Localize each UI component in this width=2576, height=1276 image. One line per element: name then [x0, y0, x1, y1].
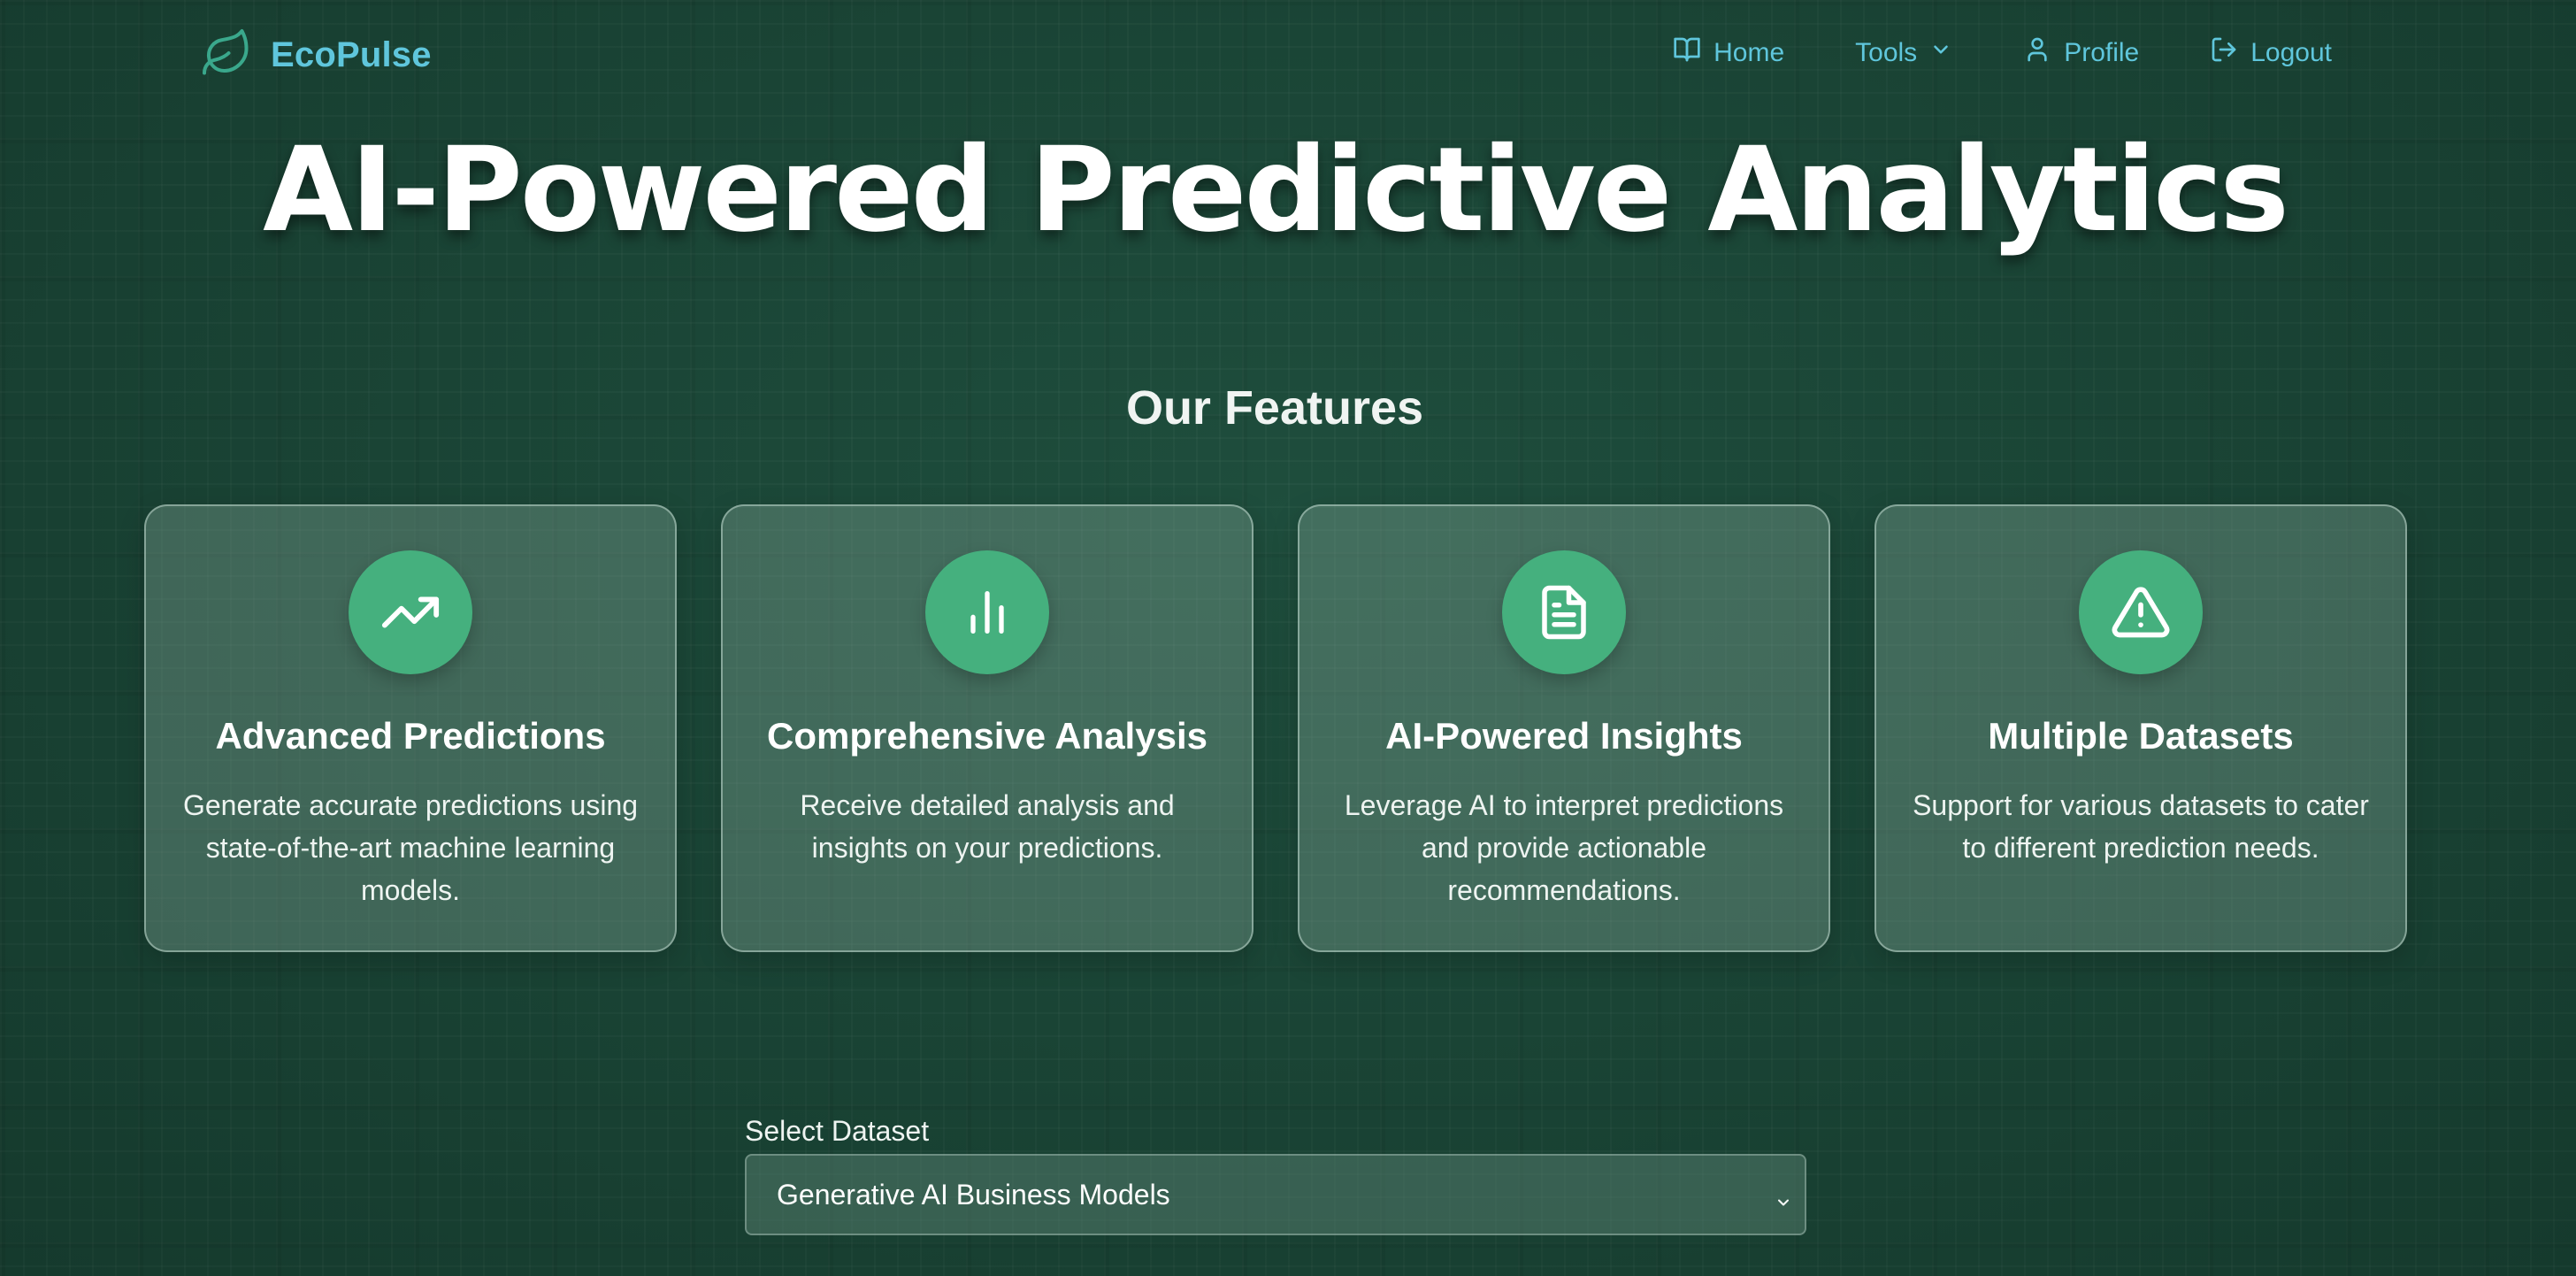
features-grid: Advanced Predictions Generate accurate p… [144, 504, 2407, 952]
brand-name: EcoPulse [271, 35, 432, 74]
feature-card-multiple-datasets: Multiple Datasets Support for various da… [1874, 504, 2407, 952]
chevron-down-icon [1929, 38, 1952, 68]
dataset-select[interactable]: Generative AI Business Models [745, 1154, 1806, 1235]
feature-title: Comprehensive Analysis [767, 715, 1208, 757]
alert-triangle-icon [2079, 550, 2203, 674]
nav-home-link[interactable]: Home [1673, 35, 1784, 71]
nav-tools-dropdown[interactable]: Tools [1855, 38, 1952, 68]
nav-links: Home Tools Profile Logout [1673, 35, 2332, 71]
user-icon [2023, 35, 2051, 71]
book-open-icon [1673, 35, 1701, 71]
nav-home-label: Home [1714, 38, 1785, 67]
feature-description: Leverage AI to interpret predictions and… [1344, 789, 1784, 906]
dataset-select-value: Generative AI Business Models [777, 1178, 1170, 1211]
chevron-down-icon [1775, 1186, 1792, 1218]
nav-logout-link[interactable]: Logout [2210, 35, 2332, 71]
trending-up-icon [349, 550, 472, 674]
feature-title: AI-Powered Insights [1385, 715, 1743, 757]
feature-title: Advanced Predictions [215, 715, 606, 757]
log-out-icon [2210, 35, 2238, 71]
nav-profile-label: Profile [2064, 38, 2140, 67]
bar-chart-icon [925, 550, 1049, 674]
feature-card-comprehensive-analysis: Comprehensive Analysis Receive detailed … [721, 504, 1254, 952]
hero-title: AI-Powered Predictive Analytics [263, 122, 2289, 258]
feature-title: Multiple Datasets [1988, 715, 2294, 757]
top-navbar: EcoPulse Home Tools Profile Logout [0, 0, 2576, 110]
dataset-select-label: Select Dataset [745, 1115, 930, 1147]
nav-tools-label: Tools [1855, 38, 1918, 67]
feature-description: Receive detailed analysis and insights o… [800, 789, 1175, 864]
feature-card-ai-powered-insights: AI-Powered Insights Leverage AI to inter… [1298, 504, 1830, 952]
leaf-icon [200, 27, 253, 84]
nav-logout-label: Logout [2250, 38, 2332, 67]
feature-description: Generate accurate predictions using stat… [182, 789, 639, 906]
feature-description: Support for various datasets to cater to… [1913, 789, 2369, 864]
feature-card-advanced-predictions: Advanced Predictions Generate accurate p… [144, 504, 677, 952]
file-text-icon [1502, 550, 1626, 674]
nav-profile-link[interactable]: Profile [2023, 35, 2139, 71]
brand-logo[interactable]: EcoPulse [200, 27, 432, 84]
features-heading: Our Features [1125, 381, 1424, 434]
